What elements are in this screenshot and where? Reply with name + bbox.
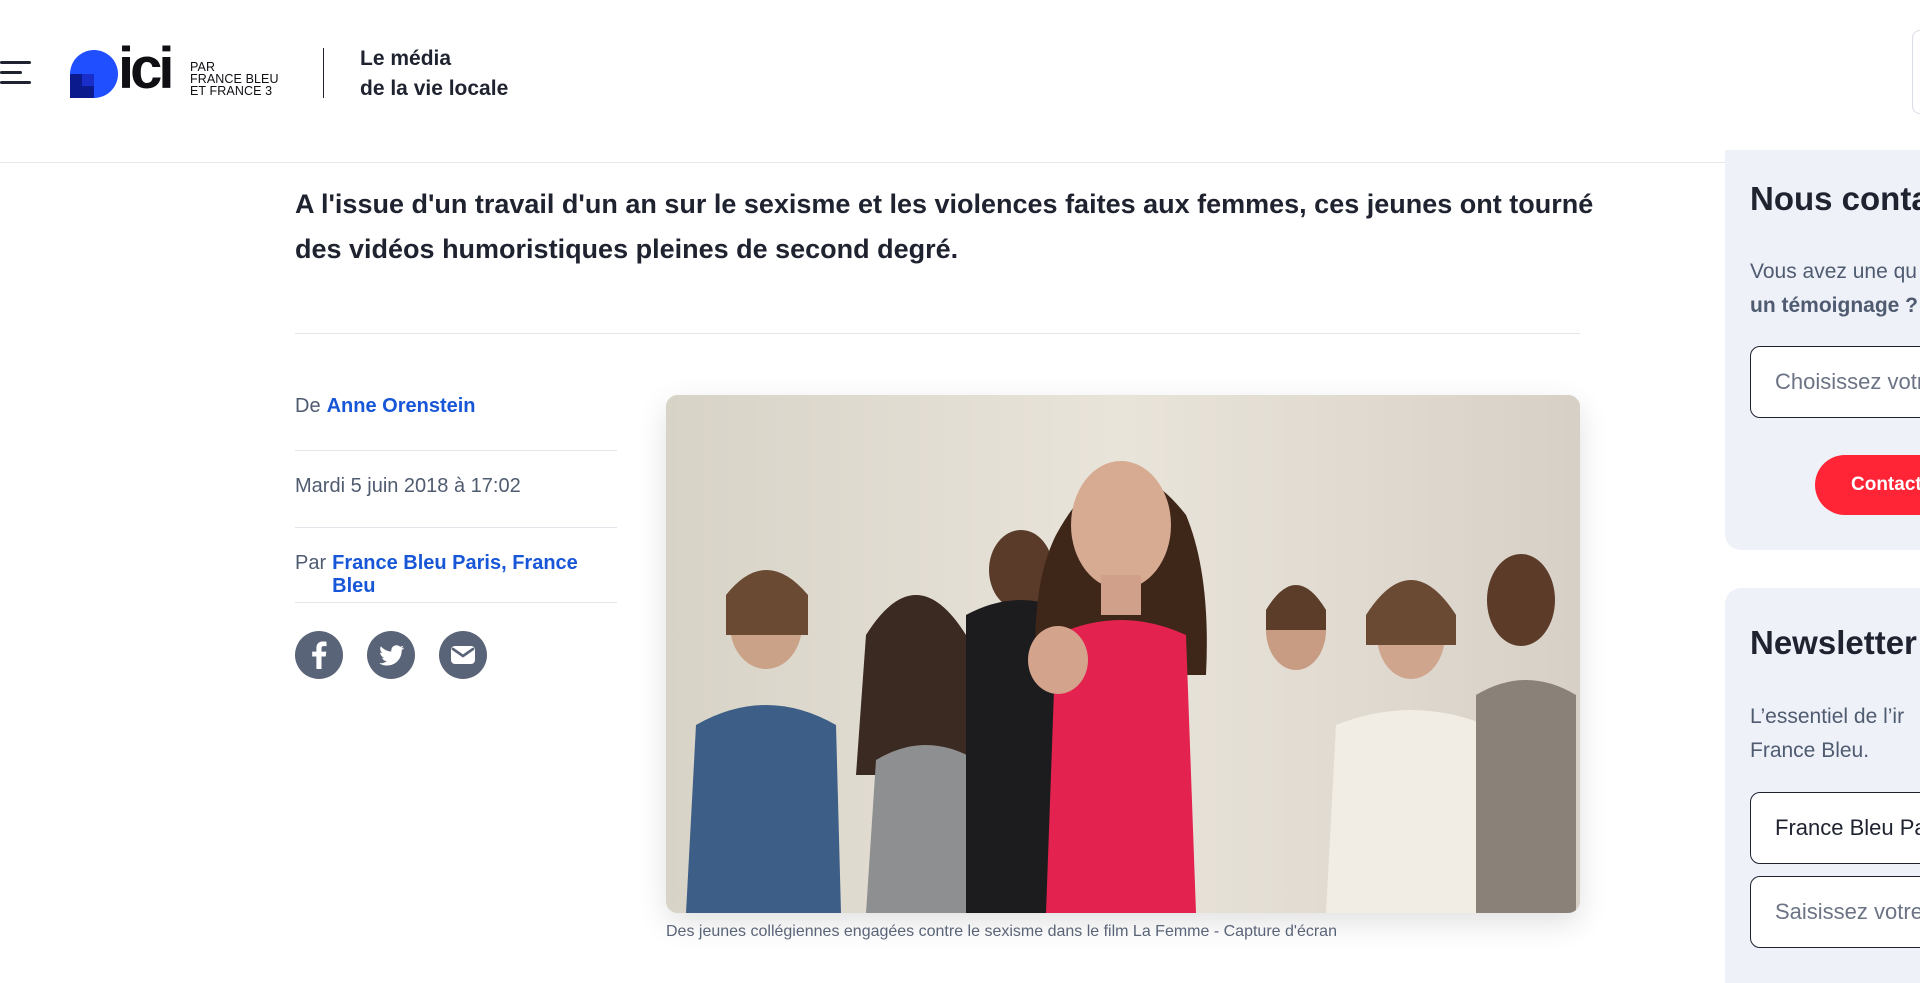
facebook-icon[interactable] [295, 631, 343, 679]
image-caption: Des jeunes collégiennes engagées contre … [666, 923, 1337, 940]
contact-topic-select[interactable]: Choisissez votr [1750, 346, 1920, 418]
share-buttons [295, 631, 487, 679]
logo-wordmark: ici [118, 36, 174, 101]
article-meta: De Anne Orenstein Mardi 5 juin 2018 à 17… [295, 380, 617, 603]
article-photo[interactable] [666, 395, 1580, 913]
contact-button[interactable]: Contact [1815, 455, 1920, 515]
header-search-box[interactable] [1912, 30, 1920, 114]
article-lead: A l'issue d'un travail d'un an sur le se… [295, 189, 1594, 264]
email-icon[interactable] [439, 631, 487, 679]
station-select[interactable]: France Bleu Pa [1750, 792, 1920, 864]
contact-text: Vous avez une qu un témoignage ? [1750, 260, 1918, 317]
contact-card: Nous conta Vous avez une qu un témoignag… [1725, 150, 1920, 550]
publish-date: Mardi 5 juin 2018 à 17:02 [295, 451, 617, 528]
site-tagline: Le média de la vie locale [360, 47, 509, 100]
email-field[interactable]: Saisissez votre [1750, 876, 1920, 948]
twitter-icon[interactable] [367, 631, 415, 679]
source-line: Par France Bleu Paris, France Bleu [295, 528, 617, 603]
newsletter-text: L’essentiel de l’ir France Bleu. [1750, 705, 1905, 762]
newsletter-card: Newsletter L’essentiel de l’ir France Bl… [1725, 588, 1920, 983]
divider [295, 333, 1580, 334]
newsletter-title: Newsletter [1750, 624, 1917, 661]
logo-subline: PAR FRANCE BLEU ET FRANCE 3 [190, 60, 279, 98]
source-link[interactable]: France Bleu Paris, France Bleu [332, 552, 617, 598]
author-link[interactable]: Anne Orenstein [327, 395, 476, 418]
contact-title: Nous conta [1750, 180, 1920, 217]
site-header: ici PAR FRANCE BLEU ET FRANCE 3 Le média… [0, 0, 1920, 163]
hamburger-menu-icon[interactable] [0, 58, 34, 88]
header-divider [323, 48, 324, 98]
article-figure: Des jeunes collégiennes engagées contre … [666, 395, 1580, 942]
logo-mark-icon [70, 50, 118, 98]
site-logo[interactable]: ici PAR FRANCE BLEU ET FRANCE 3 [70, 40, 290, 100]
byline: De Anne Orenstein [295, 380, 617, 451]
